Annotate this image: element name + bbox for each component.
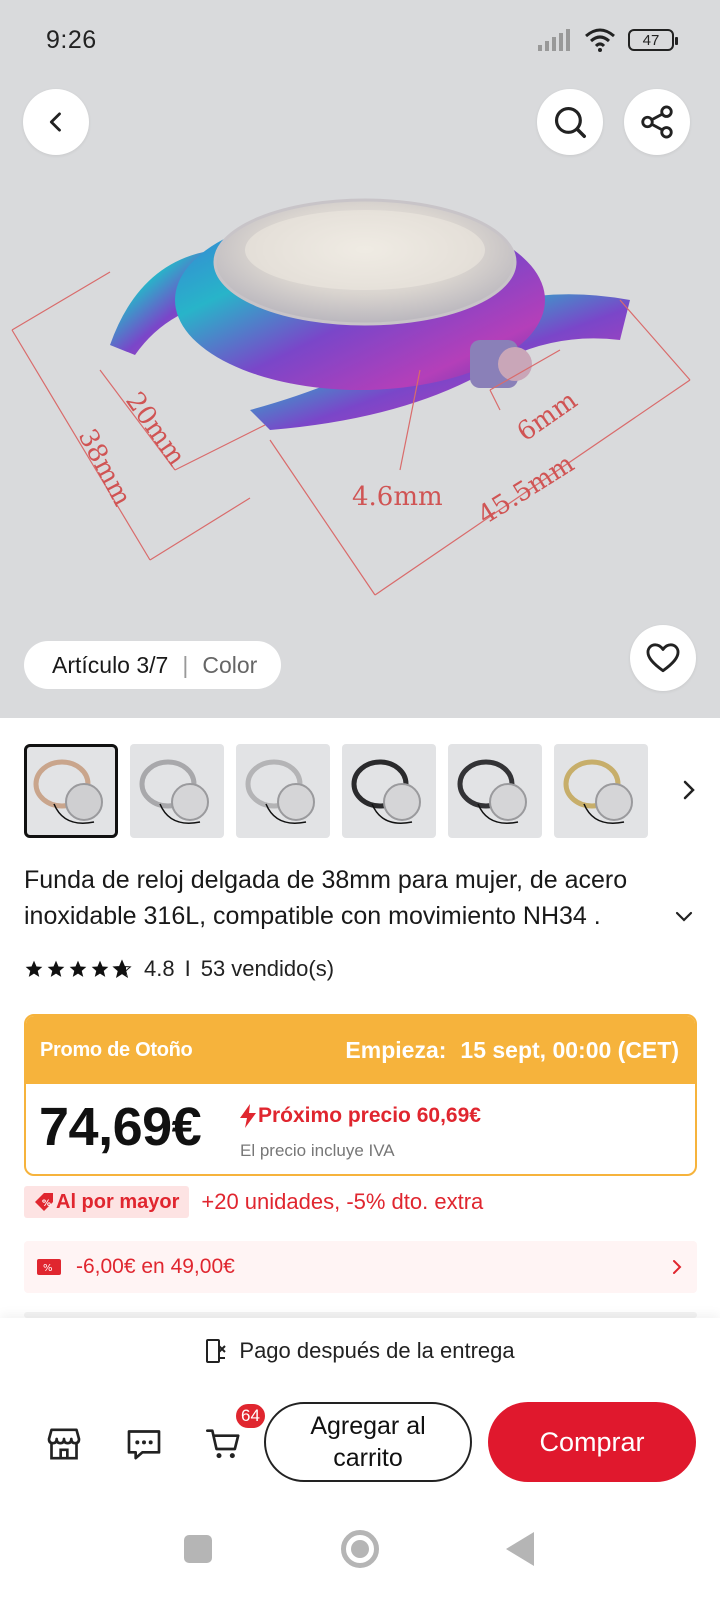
color-label: Color	[202, 651, 258, 678]
thumbnail-black-2[interactable]	[448, 744, 542, 838]
star-half-icon	[112, 959, 132, 979]
star-icon	[47, 960, 65, 977]
thumbnails-next-button[interactable]	[674, 770, 704, 810]
watch-case-image: 20mm 38mm 4.6mm 45.5mm 6mm	[11, 198, 691, 596]
thumbnail-silver-2[interactable]	[236, 744, 330, 838]
image-counter-pill[interactable]: Artículo 3/7 | Color	[24, 641, 282, 689]
chevron-left-icon	[49, 112, 61, 132]
wifi-icon	[585, 28, 615, 52]
star-icon	[69, 960, 87, 977]
product-image-gallery[interactable]: 20mm 38mm 4.6mm 45.5mm 6mm Artículo 3/7 …	[0, 0, 720, 718]
promo-start-value: 15 sept, 00:00 (CET)	[460, 1036, 679, 1063]
wholesale-text: +20 unidades, -5% dto. extra	[201, 1189, 484, 1214]
back-nav-button[interactable]	[506, 1532, 534, 1566]
thumbnail-silver[interactable]	[130, 744, 224, 838]
coupon-row[interactable]: % -6,00€ en 49,00€	[24, 1241, 697, 1293]
dim-label-4-6mm: 4.6mm	[352, 482, 443, 512]
wholesale-row[interactable]: % Al por mayor +20 unidades, -5% dto. ex…	[24, 1186, 483, 1218]
receipt-icon	[206, 1339, 227, 1363]
title-line-1: Funda de reloj delgada de 38mm para muje…	[24, 866, 628, 894]
product-title[interactable]: Funda de reloj delgada de 38mm para muje…	[24, 862, 700, 934]
promo-box: Promo de Otoño Empieza: 15 sept, 00:00 (C…	[24, 1014, 697, 1176]
sold-count: 53 vendido(s)	[200, 956, 335, 981]
thumbnail-image	[245, 759, 315, 824]
vat-note: El precio incluye IVA	[240, 1141, 395, 1160]
thumbnail-image	[457, 759, 527, 824]
battery-level: 47	[642, 31, 660, 49]
article-counter: Artículo 3/7	[52, 651, 169, 678]
share-icon	[641, 105, 673, 139]
pill-separator: |	[182, 651, 189, 678]
dim-label-20mm: 20mm	[119, 387, 191, 472]
lightning-icon	[240, 1104, 256, 1128]
status-bar: 9:26 47	[0, 0, 720, 80]
title-line-2: inoxidable 316L, compatible con movimien…	[24, 902, 601, 930]
thumbnail-black[interactable]	[342, 744, 436, 838]
chat-icon	[127, 1430, 161, 1460]
back-button[interactable]	[23, 89, 89, 155]
thumbnail-image	[563, 759, 633, 824]
search-icon	[554, 106, 586, 138]
variant-thumbnails	[24, 744, 704, 838]
promo-body: 74,69€ Próximo precio 60,69€ El precio i…	[26, 1084, 695, 1174]
star-rating	[24, 959, 132, 979]
wholesale-tag-label: Al por mayor	[56, 1190, 180, 1213]
chevron-right-icon	[683, 780, 695, 800]
chat-button[interactable]	[122, 1422, 166, 1466]
dim-label-38mm: 38mm	[72, 424, 137, 511]
thumbnail-rose-gold[interactable]	[24, 744, 118, 838]
pay-after-text: Pago después de la entrega	[239, 1338, 515, 1363]
rating-separator: I	[184, 956, 191, 981]
status-icons: 47	[538, 28, 678, 52]
svg-text:%: %	[43, 1263, 53, 1274]
coupon-icon: %	[37, 1259, 61, 1275]
rating-row[interactable]: 4.8 I 53 vendido(s)	[24, 956, 334, 982]
promo-start-label: Empieza:	[345, 1036, 447, 1063]
pay-after-delivery[interactable]: Pago después de la entrega	[0, 1338, 720, 1364]
store-icon	[47, 1428, 81, 1460]
add-to-cart-button[interactable]: Agregar al carrito	[264, 1402, 472, 1482]
share-button[interactable]	[624, 89, 690, 155]
battery-icon: 47	[628, 29, 678, 51]
next-price-text: Próximo precio 60,69€	[258, 1104, 481, 1127]
thumbnail-image	[33, 759, 103, 824]
bottom-action-bar: Pago después de la entrega 64 Agregar al…	[0, 1318, 720, 1510]
promo-start: Empieza: 15 sept, 00:00 (CET)	[345, 1037, 679, 1064]
cart-count-badge: 64	[234, 1402, 267, 1430]
thumbnail-gold[interactable]	[554, 744, 648, 838]
status-time: 9:26	[46, 25, 97, 54]
chevron-right-icon	[673, 1260, 682, 1274]
dim-label-45-5mm: 45.5mm	[473, 449, 580, 531]
star-icon	[25, 960, 43, 977]
search-button[interactable]	[537, 89, 603, 155]
wholesale-tag: % Al por mayor	[24, 1186, 190, 1218]
wishlist-button[interactable]	[630, 625, 696, 691]
current-price: 74,69€	[39, 1097, 202, 1157]
heart-icon	[646, 643, 680, 673]
recents-nav-button[interactable]	[184, 1535, 212, 1563]
signal-icon	[538, 29, 570, 51]
coupon-text: -6,00€ en 49,00€	[76, 1255, 235, 1278]
promo-header: Promo de Otoño Empieza: 15 sept, 00:00 (C…	[26, 1016, 695, 1084]
dim-label-6mm: 6mm	[512, 385, 583, 447]
rating-value: 4.8	[144, 956, 175, 981]
star-icon	[91, 960, 109, 977]
promo-label: Promo de Otoño	[40, 1038, 193, 1061]
expand-chevron-icon[interactable]	[674, 910, 694, 924]
home-nav-button[interactable]	[341, 1530, 379, 1568]
thumbnail-image	[139, 759, 209, 824]
cart-icon	[206, 1429, 240, 1459]
next-price: Próximo precio 60,69€	[238, 1104, 481, 1128]
svg-text:%: %	[42, 1199, 51, 1209]
store-button[interactable]	[42, 1422, 86, 1466]
cart-button[interactable]	[202, 1422, 246, 1466]
price-tag-icon: %	[35, 1193, 53, 1211]
buy-now-button[interactable]: Comprar	[488, 1402, 696, 1482]
thumbnail-image	[351, 759, 421, 824]
action-row: 64 Agregar al carrito Comprar	[0, 1402, 720, 1482]
